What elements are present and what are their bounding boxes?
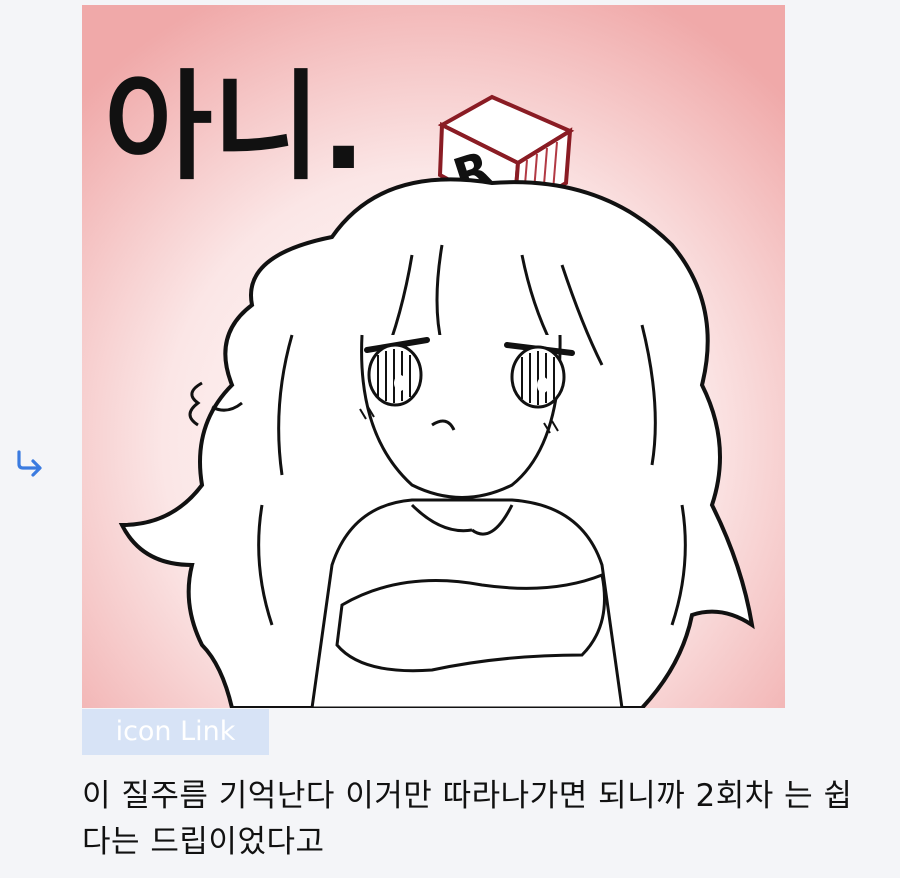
comment-thread: 아니. R icon Link 이 질주름 기억난다 이거만 따라나가면 되니까…: [0, 0, 900, 878]
icon-link-button[interactable]: icon Link: [82, 709, 269, 755]
sticker-image[interactable]: 아니. R: [82, 5, 785, 708]
reply-comment: 아니. R icon Link 이 질주름 기억난다 이거만 따라나가면 되니까…: [82, 5, 882, 865]
comment-text: 이 질주름 기억난다 이거만 따라나가면 되니까 2회차 는 쉽다는 드립이었다…: [82, 778, 853, 860]
reply-arrow-icon: [17, 450, 42, 477]
sticker-caption: 아니.: [104, 58, 366, 196]
